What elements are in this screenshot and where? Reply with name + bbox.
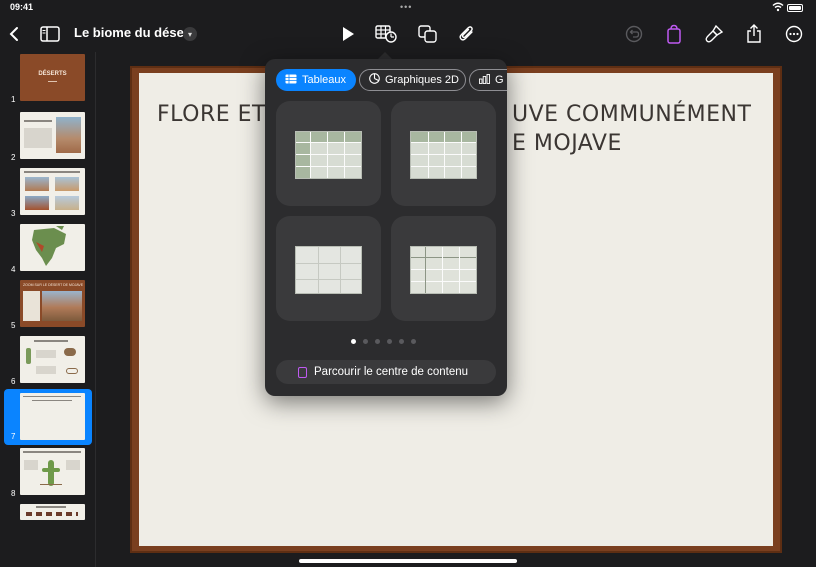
status-time: 09:41 [10,2,34,12]
slide-thumbnail-9[interactable] [0,502,96,522]
table-icon [285,74,297,87]
table-style-tile-2[interactable] [391,101,496,206]
slide-title-text: UVE COMMUNÉMENT [512,102,752,127]
document-title[interactable]: Le biome du désert [74,25,193,40]
slide-thumbnail-7[interactable]: 7 [4,389,92,445]
slide-thumb-image: DÉSERTS [20,54,85,101]
page-dot [387,339,392,344]
slide-thumbnail-3[interactable]: 3 [0,166,96,222]
shapes-icon[interactable] [416,22,440,46]
more-icon[interactable] [782,22,806,46]
slide-thumbnail-1[interactable]: DÉSERTS 1 [0,52,96,108]
tab-graphiques-2d[interactable]: Graphiques 2D [359,69,466,91]
attachment-icon[interactable] [455,22,479,46]
table-style-tile-1[interactable] [276,101,381,206]
table-style-tile-3[interactable] [276,216,381,321]
tab-graphiques-3d[interactable]: G [469,69,507,91]
content-center-bag-icon [298,366,307,378]
slide-thumb-image: ZOOM SUR LE DÉSERT DE MOJAVE [20,280,85,327]
back-chevron-icon[interactable] [2,22,26,46]
chart-3d-icon [479,73,490,87]
slide-thumb-image [20,336,85,383]
tab-label: Graphiques 2D [385,74,459,86]
share-icon[interactable] [742,22,766,46]
browse-label: Parcourir le centre de contenu [314,366,469,378]
slide-thumb-image [20,112,85,159]
sidebar-icon[interactable] [38,22,62,46]
battery-icon [787,4,803,12]
slide-title-text: FLORE ET [157,102,266,127]
page-dot [351,339,356,344]
page-dot [363,339,368,344]
tab-label: Tableaux [302,74,347,86]
slide-number: 1 [11,95,16,104]
insert-table-popover: Tableaux Graphiques 2D G Parcourir le ce… [265,59,507,396]
slide-thumb-image [20,504,85,520]
slide-number: 4 [11,265,16,274]
home-indicator[interactable] [299,559,517,563]
slide-thumbnail-6[interactable]: 6 [0,334,96,390]
multitasking-dots[interactable]: ••• [400,2,412,12]
table-preview [410,131,477,179]
slide-thumb-title: ZOOM SUR LE DÉSERT DE MOJAVE [23,283,83,287]
table-preview [295,246,362,294]
slide-navigator: DÉSERTS 1 2 3 4 ZOOM SUR LE DÉSERT DE MO… [0,52,96,567]
chart-2d-icon [369,73,380,87]
slide-thumbnail-5[interactable]: ZOOM SUR LE DÉSERT DE MOJAVE 5 [0,278,96,334]
page-dot [375,339,380,344]
table-style-tile-4[interactable] [391,216,496,321]
slide-thumb-image [20,224,85,271]
slide-thumbnail-4[interactable]: 4 [0,222,96,278]
slide-number: 6 [11,377,16,386]
slide-thumb-image [20,448,85,495]
page-dot [399,339,404,344]
table-preview [410,246,477,294]
slide-thumb-image [20,168,85,215]
tab-label: G [495,74,504,86]
slide-number: 7 [11,432,16,441]
toolbar: Le biome du désert ▾ [0,16,816,52]
format-brush-icon[interactable] [702,22,726,46]
page-indicator[interactable] [351,339,416,344]
content-center-bag-icon[interactable] [662,22,686,46]
slide-thumb-title: DÉSERTS [38,71,67,77]
tab-tableaux[interactable]: Tableaux [276,69,356,91]
status-bar: 09:41 ••• [0,0,816,16]
slide-title-text: E MOJAVE [512,131,622,156]
slide-number: 5 [11,321,16,330]
insert-table-chart-icon[interactable] [374,22,398,46]
browse-content-center-button[interactable]: Parcourir le centre de contenu [276,360,496,384]
slide-thumb-image [20,393,85,440]
page-dot [411,339,416,344]
slide-number: 8 [11,489,16,498]
play-icon[interactable] [336,22,360,46]
title-menu-chevron-icon[interactable]: ▾ [183,27,197,41]
undo-icon[interactable] [622,22,646,46]
slide-number: 2 [11,153,16,162]
wifi-icon [772,2,784,14]
table-preview [295,131,362,179]
app-root: 09:41 ••• Le biome du désert ▾ DÉSERTS 1… [0,0,816,567]
slide-thumbnail-2[interactable]: 2 [0,110,96,166]
slide-number: 3 [11,209,16,218]
slide-thumbnail-8[interactable]: 8 [0,446,96,502]
